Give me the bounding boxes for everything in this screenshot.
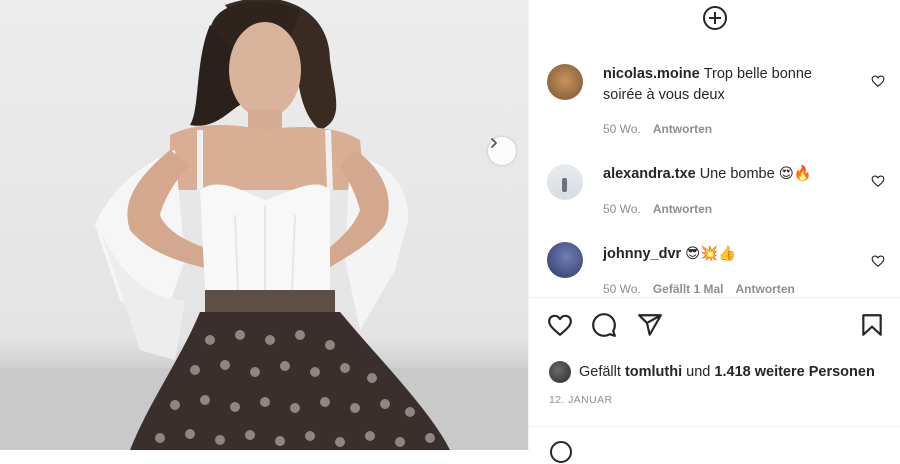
heart-icon[interactable] <box>871 254 885 268</box>
comment-meta: 50 Wo. Antworten <box>603 122 724 136</box>
comment-age: 50 Wo. <box>603 202 641 216</box>
action-bar <box>529 312 900 342</box>
reply-button[interactable]: Antworten <box>653 202 712 216</box>
post-date[interactable]: 12. JANUAR <box>549 394 613 406</box>
heart-icon[interactable] <box>547 312 573 338</box>
emoji-icon[interactable] <box>549 440 573 464</box>
avatar <box>549 361 571 383</box>
divider <box>529 426 900 427</box>
comment-body: 😎💥👍 <box>685 246 737 262</box>
avatar[interactable] <box>547 242 583 278</box>
likes-user[interactable]: tomluthi <box>625 364 682 380</box>
likes-count[interactable]: 1.418 weitere Personen <box>714 364 874 380</box>
comment-age: 50 Wo. <box>603 122 641 136</box>
post-image[interactable] <box>0 0 528 450</box>
post-side-panel: nicolas.moine Trop belle bonne soirée à v… <box>528 0 900 463</box>
comments-list[interactable]: nicolas.moine Trop belle bonne soirée à v… <box>529 50 900 295</box>
comment-username[interactable]: nicolas.moine <box>603 66 700 82</box>
post-photo-illustration <box>0 0 528 450</box>
comment-icon[interactable] <box>591 312 617 338</box>
comment-text: alexandra.txe Une bombe 😍🔥 <box>603 164 853 185</box>
bookmark-icon[interactable] <box>859 312 885 338</box>
reply-button[interactable]: Antworten <box>736 282 795 295</box>
next-image-button[interactable] <box>488 137 516 165</box>
comment-body: Une bombe 😍🔥 <box>699 166 812 182</box>
reply-button[interactable]: Antworten <box>653 122 712 136</box>
comment-meta: 50 Wo. Gefällt 1 Mal Antworten <box>603 282 807 295</box>
comment-meta: 50 Wo. Antworten <box>603 202 724 216</box>
comment-likes[interactable]: Gefällt 1 Mal <box>653 282 724 295</box>
send-icon[interactable] <box>637 312 663 338</box>
plus-circle-icon[interactable] <box>701 2 729 30</box>
comment-username[interactable]: johnny_dvr <box>603 246 681 262</box>
comment-age: 50 Wo. <box>603 282 641 295</box>
avatar[interactable] <box>547 64 583 100</box>
comment-text: nicolas.moine Trop belle bonne soirée à v… <box>603 64 853 106</box>
heart-icon[interactable] <box>871 74 885 88</box>
comment-text: johnny_dvr 😎💥👍 <box>603 244 853 265</box>
chevron-right-icon <box>491 138 497 148</box>
likes-summary[interactable]: Gefällt tomluthi und 1.418 weitere Perso… <box>549 360 875 384</box>
avatar[interactable] <box>547 164 583 200</box>
comment-username[interactable]: alexandra.txe <box>603 166 696 182</box>
likes-middle: und <box>686 364 711 380</box>
heart-icon[interactable] <box>871 174 885 188</box>
likes-prefix: Gefällt <box>579 364 621 380</box>
divider <box>529 297 900 298</box>
